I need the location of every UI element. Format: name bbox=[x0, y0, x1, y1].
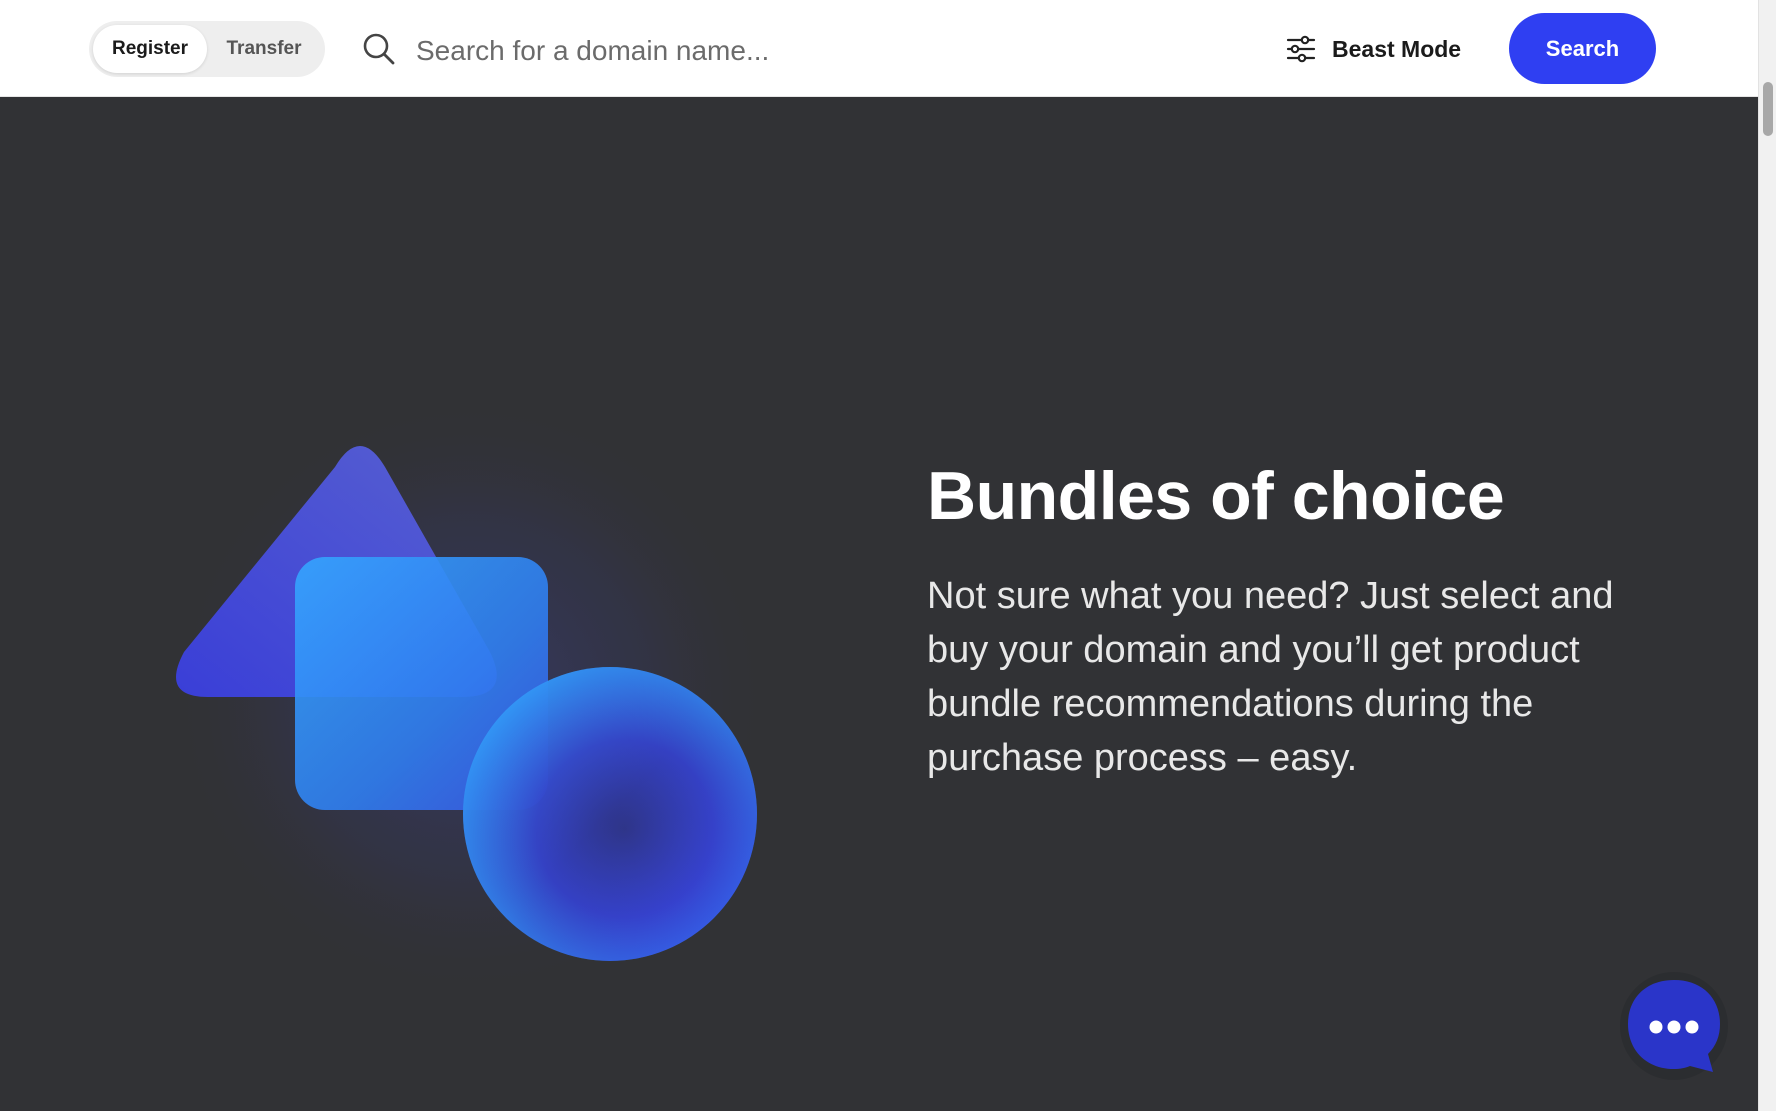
register-transfer-toggle: Register Transfer bbox=[89, 21, 325, 77]
search-button[interactable]: Search bbox=[1509, 13, 1656, 84]
transfer-tab[interactable]: Transfer bbox=[207, 25, 321, 73]
vertical-scrollbar[interactable] bbox=[1758, 0, 1776, 1111]
hero-description: Not sure what you need? Just select and … bbox=[927, 575, 1614, 779]
hero-section: Bundles of choice Not sure what you need… bbox=[0, 97, 1758, 1111]
scrollbar-thumb[interactable] bbox=[1763, 82, 1773, 136]
domain-search-bar: Register Transfer Beast Mode Search bbox=[0, 0, 1758, 97]
sliders-icon bbox=[1286, 35, 1316, 63]
beast-mode-button[interactable]: Beast Mode bbox=[1286, 30, 1461, 68]
domain-search-input[interactable] bbox=[412, 24, 1240, 78]
chat-bubble-icon[interactable] bbox=[1620, 972, 1728, 1080]
beast-mode-label: Beast Mode bbox=[1332, 35, 1462, 62]
search-icon bbox=[363, 33, 395, 65]
register-tab[interactable]: Register bbox=[93, 25, 207, 73]
page: Register Transfer Beast Mode Search bbox=[0, 0, 1776, 1111]
shapes-illustration bbox=[170, 397, 770, 997]
hero-title: Bundles of choice bbox=[927, 458, 1505, 534]
